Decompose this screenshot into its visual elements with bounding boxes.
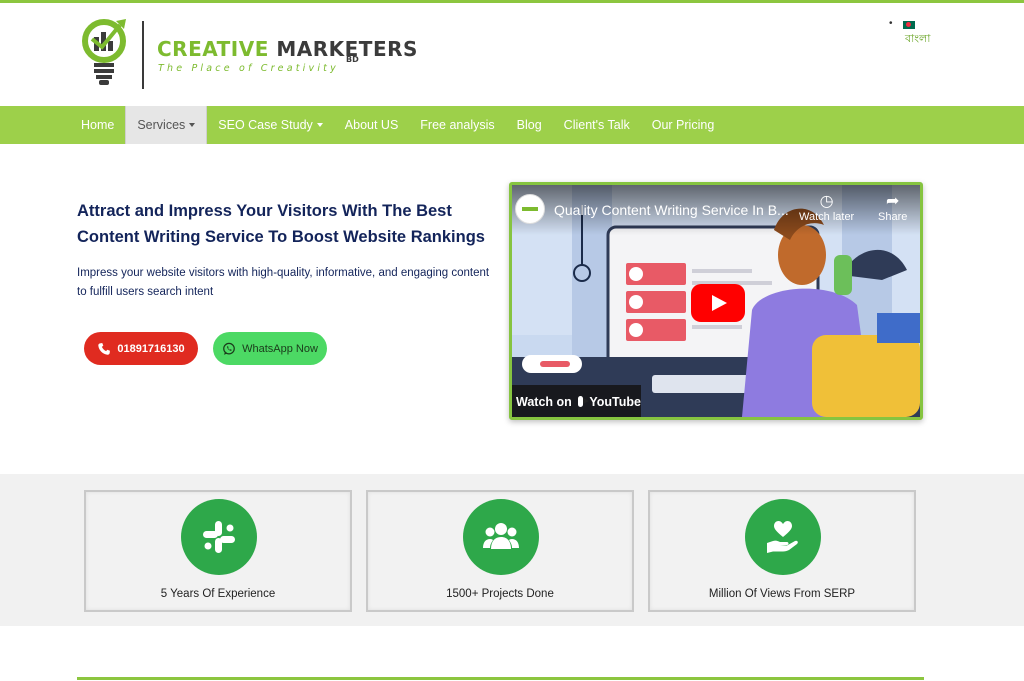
stat-icon-circle — [181, 499, 257, 575]
channel-avatar[interactable] — [515, 194, 545, 224]
call-button[interactable]: 01891716130 — [84, 332, 198, 365]
stat-label: Million Of Views From SERP — [708, 588, 856, 600]
nav-item-label: Services — [137, 118, 186, 132]
stat-icon-circle — [745, 499, 821, 575]
share-arrow-icon: ➦ — [885, 193, 900, 210]
whatsapp-button[interactable]: WhatsApp Now — [213, 332, 327, 365]
caret-down-icon — [316, 123, 323, 127]
nav-item-seo-case-study[interactable]: SEO Case Study — [207, 106, 334, 144]
stats-section: 5 Years Of Experience 1500+ Projects Don… — [0, 474, 1024, 626]
nav-item-label: Our Pricing — [651, 118, 715, 132]
logo-divider — [142, 21, 144, 89]
bullet-icon: • — [889, 18, 893, 29]
hand-heart-icon — [767, 521, 798, 553]
users-icon — [483, 523, 519, 549]
slack-icon — [203, 521, 235, 553]
stat-card-views: Million Of Views From SERP — [648, 490, 916, 612]
language-label[interactable]: বাংলা — [905, 30, 930, 49]
share-label: Share — [878, 211, 908, 223]
nav-item-label: Client's Talk — [563, 118, 630, 132]
phone-icon — [98, 342, 111, 355]
nav-item-clients-talk[interactable]: Client's Talk — [553, 106, 641, 144]
clock-icon: ◷ — [819, 193, 834, 210]
nav-item-label: Blog — [516, 118, 542, 132]
nav-item-label: About US — [344, 118, 399, 132]
site-logo[interactable]: CREATIVE MARKETERS BD The Place of Creat… — [80, 17, 417, 95]
main-nav: Home Services SEO Case Study About US Fr… — [0, 106, 1024, 144]
hero-description: Impress your website visitors with high-… — [77, 267, 490, 298]
logo-bulb-icon — [82, 19, 126, 85]
nav-item-services[interactable]: Services — [125, 106, 208, 144]
site-header: CREATIVE MARKETERS BD The Place of Creat… — [0, 3, 1024, 106]
nav-item-our-pricing[interactable]: Our Pricing — [641, 106, 726, 144]
play-button-icon[interactable] — [691, 284, 745, 322]
nav-item-blog[interactable]: Blog — [506, 106, 553, 144]
whatsapp-icon — [223, 342, 235, 355]
youtube-label: YouTube — [589, 394, 641, 409]
nav-item-about-us[interactable]: About US — [334, 106, 410, 144]
stat-card-projects: 1500+ Projects Done — [366, 490, 634, 612]
nav-item-free-analysis[interactable]: Free analysis — [409, 106, 505, 144]
watch-later-label: Watch later — [799, 211, 855, 223]
video-title[interactable]: Quality Content Writing Service In B... — [554, 202, 789, 218]
call-button-label: 01891716130 — [117, 342, 185, 355]
stat-icon-circle — [463, 499, 539, 575]
brand-name-part1: CREATIVE — [157, 37, 269, 61]
watch-on-youtube-link[interactable]: Watch on YouTube — [512, 385, 641, 417]
stat-label: 5 Years Of Experience — [160, 588, 276, 600]
hero-title: Attract and Impress Your Visitors With T… — [77, 202, 485, 246]
bangladesh-flag-icon[interactable] — [903, 21, 915, 29]
nav-list: Home Services SEO Case Study About US Fr… — [70, 106, 725, 144]
stat-card-experience: 5 Years Of Experience — [84, 490, 352, 612]
watch-later-button[interactable]: ◷ Watch later — [799, 193, 854, 223]
nav-item-label: SEO Case Study — [218, 118, 313, 132]
section-divider — [77, 677, 924, 680]
youtube-logo-icon — [577, 396, 589, 407]
whatsapp-button-label: WhatsApp Now — [242, 342, 318, 355]
brand-tagline: The Place of Creativity — [158, 63, 339, 74]
brand-suffix: BD — [346, 55, 359, 64]
nav-item-label: Home — [81, 118, 115, 132]
nav-item-label: Free analysis — [420, 118, 495, 132]
caret-down-icon — [189, 123, 196, 127]
youtube-video-embed[interactable]: Quality Content Writing Service In B... … — [509, 182, 923, 420]
brand-name: CREATIVE MARKETERS — [157, 37, 418, 61]
share-button[interactable]: ➦ Share — [878, 193, 907, 223]
stat-label: 1500+ Projects Done — [446, 588, 554, 600]
watch-on-label: Watch on — [516, 394, 572, 409]
nav-item-home[interactable]: Home — [70, 106, 125, 144]
